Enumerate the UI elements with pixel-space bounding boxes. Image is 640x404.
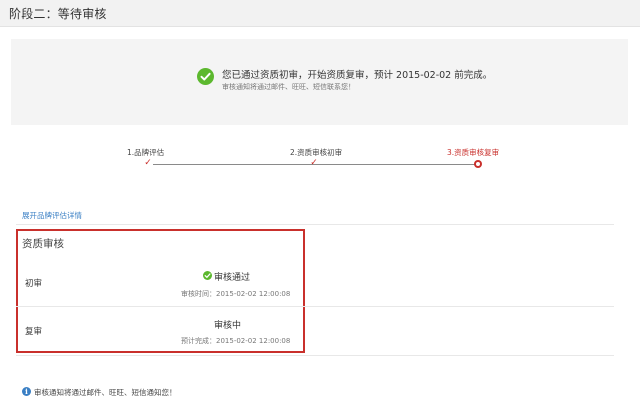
expand-brand-evaluation-link[interactable]: 展开品牌评估详情 bbox=[22, 210, 82, 221]
footer-notice: 审核通知将通过邮件、旺旺、短信通知您！ bbox=[34, 388, 177, 397]
step-1-label: 1.品牌评估 bbox=[127, 148, 165, 157]
first-review-status: 审核通过 bbox=[214, 273, 251, 283]
page-header: 阶段二：等待审核 bbox=[0, 0, 640, 27]
step-2-label: 2.资质审核初审 bbox=[290, 148, 343, 157]
second-review-label: 复审 bbox=[25, 327, 43, 337]
step-2-check-icon: ✓ bbox=[310, 158, 318, 168]
first-review-time: 审核时间：2015-02-02 12:00:08 bbox=[181, 290, 291, 298]
notice-message: 您已通过资质初审，开始资质复审，预计 2015-02-02 前完成。 bbox=[222, 70, 493, 81]
step-3-label: 3.资质审核复审 bbox=[447, 148, 500, 157]
check-circle-icon bbox=[203, 271, 212, 280]
first-review-label: 初审 bbox=[25, 279, 43, 289]
notice-subtext: 审核通知将通过邮件、旺旺、短信联系您！ bbox=[222, 83, 355, 91]
check-circle-icon bbox=[197, 68, 214, 85]
divider bbox=[16, 224, 614, 225]
info-icon: i bbox=[22, 387, 31, 396]
divider bbox=[16, 355, 614, 356]
page-title: 阶段二：等待审核 bbox=[9, 7, 107, 21]
review-section-title: 资质审核 bbox=[22, 238, 64, 250]
second-review-status: 审核中 bbox=[214, 321, 242, 331]
step-3-current-dot-icon bbox=[474, 160, 482, 168]
step-1-check-icon: ✓ bbox=[144, 158, 152, 168]
second-review-time: 预计完成：2015-02-02 12:00:08 bbox=[181, 337, 291, 345]
row-divider bbox=[16, 306, 614, 307]
